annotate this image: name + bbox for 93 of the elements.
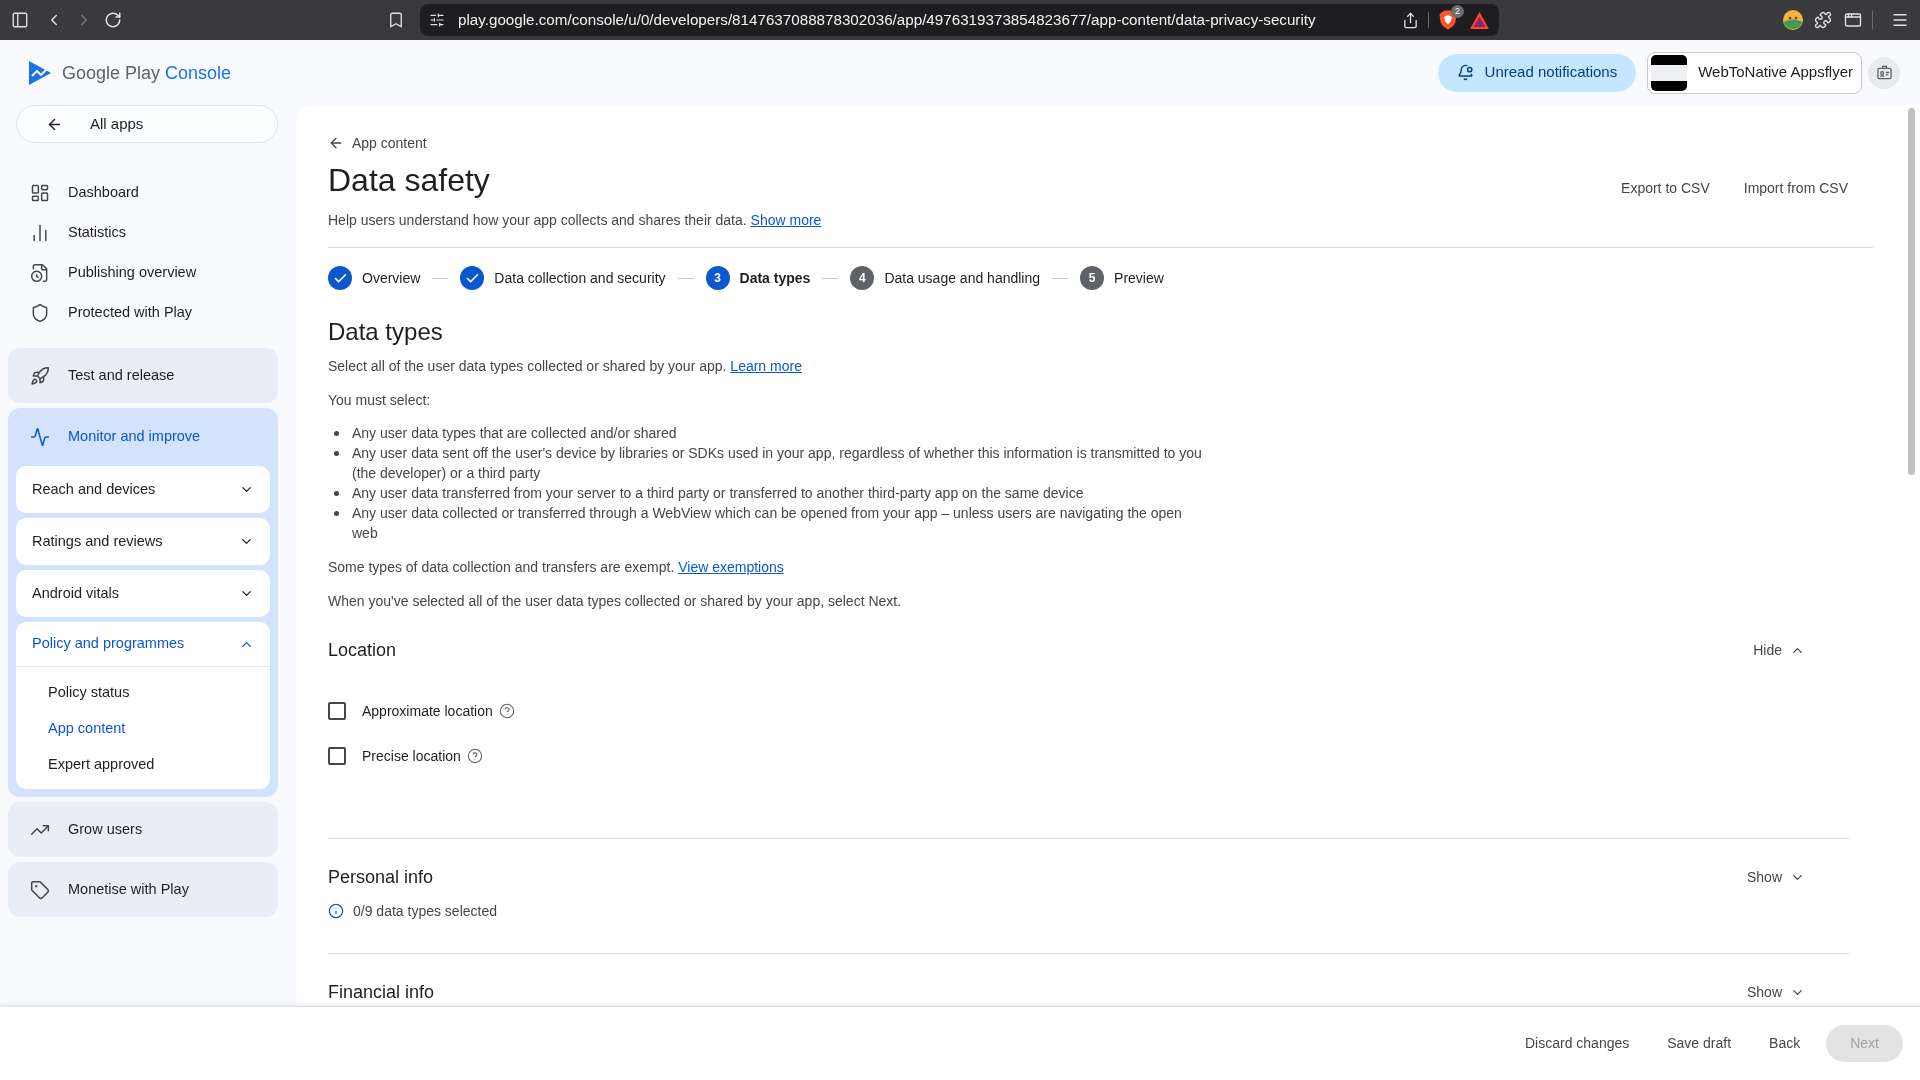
dashboard-icon (30, 183, 50, 203)
step-label: Data usage and handling (884, 268, 1041, 288)
step-number: 3 (705, 266, 730, 290)
action-button[interactable]: Export to CSV (1609, 170, 1722, 206)
count-badge: 2 (1451, 5, 1464, 18)
nav-link[interactable]: Policy status (48, 675, 130, 711)
step-label: Preview (1114, 268, 1164, 288)
show-more-link[interactable]: Show more (750, 212, 822, 228)
text-button[interactable]: Discard changes (1512, 1025, 1642, 1062)
checkbox[interactable] (328, 702, 346, 720)
text-button[interactable]: Back (1757, 1025, 1813, 1062)
checkbox-label: Approximate location (362, 701, 493, 721)
scrollbar-thumb[interactable] (1908, 108, 1915, 475)
page-description: Help users understand how your app collects and shares their data. Show more (328, 211, 823, 230)
nav-subsection-button[interactable]: Ratings and reviews (16, 518, 270, 565)
tag-icon (30, 879, 50, 900)
lion-shield-icon[interactable] (1439, 10, 1457, 30)
action-button[interactable]: Import from CSV (1731, 170, 1860, 206)
section-toggle-button[interactable]: Hide (1753, 639, 1805, 661)
info-icon (328, 903, 344, 919)
intro-text: Select all of the user data types collected or shared by your app. Learn more (328, 357, 803, 376)
nav-link[interactable]: App content (48, 711, 126, 747)
text-button[interactable]: Save draft (1655, 1025, 1744, 1062)
nav-item[interactable]: Publishing overview (30, 253, 197, 293)
nav-section-button[interactable]: Test and release (8, 348, 278, 403)
exemption-note: Some types of data collection and transfers are exempt. View exemptions (328, 558, 785, 577)
nav-item[interactable]: Dashboard (30, 173, 139, 213)
nav-item[interactable]: Statistics (30, 213, 126, 253)
site-settings-icon[interactable] (429, 12, 445, 28)
reload-icon[interactable] (104, 11, 122, 29)
bullet-icon (334, 491, 339, 496)
url-text: play.google.com/console/u/0/developers/8147637088878302036/app/4976319373854823677/app-content/data-privacy-security (458, 9, 1316, 30)
view-exemptions-link[interactable]: View exemptions (678, 559, 784, 575)
bullet-icon (334, 431, 339, 436)
instruction-text: You must select: (328, 391, 432, 410)
requirement-text: Any user data transferred from your server to a third party or transferred to another third-party app on the same device (352, 484, 1084, 503)
nav-section-button[interactable]: Grow users (8, 802, 278, 857)
rocket-icon (30, 365, 50, 386)
bullet-icon (334, 451, 339, 456)
checkbox-label: Precise location (362, 746, 461, 766)
nav-item[interactable]: Protected with Play (30, 293, 193, 333)
help-icon[interactable] (466, 748, 483, 764)
step-label: Overview (362, 268, 421, 288)
nav-section-button[interactable]: Monitor and improve (30, 426, 201, 448)
requirement-text: Any user data types that are collected and/or shared (352, 424, 677, 443)
nav-subsection-button[interactable]: Policy and programmes (16, 622, 270, 667)
nav-link[interactable]: Expert approved (48, 747, 155, 783)
shield-icon (30, 303, 50, 323)
sidebar-toggle-icon[interactable] (11, 11, 29, 29)
back-link[interactable]: App content (328, 133, 427, 153)
section-heading: Data types (328, 317, 444, 347)
id-card-icon (1876, 65, 1892, 80)
help-icon[interactable] (498, 703, 515, 719)
section-toggle-button[interactable]: Show (1746, 866, 1805, 888)
bookmark-icon[interactable] (387, 11, 405, 29)
bullet-icon (334, 511, 339, 516)
all-apps-button[interactable]: All apps (16, 105, 278, 143)
account-button[interactable]: WebToNative Appsflyer (1647, 51, 1862, 94)
play-logo-icon (28, 59, 52, 86)
document-clock-icon (30, 263, 50, 283)
next-instruction: When you've selected all of the user data types collected or shared by your app, select Next. (328, 592, 903, 611)
step-label: Data collection and security (494, 268, 666, 288)
menu-icon[interactable] (1891, 11, 1909, 29)
window-icon[interactable] (1844, 11, 1862, 29)
bar-chart-icon (30, 223, 50, 243)
profile-button[interactable] (1868, 56, 1900, 89)
back-arrow-icon (328, 135, 344, 151)
nav-subsection-button[interactable]: Reach and devices (16, 466, 270, 513)
address-bar[interactable]: play.google.com/console/u/0/developers/8147637088878302036/app/4976319373854823677/app-content/data-privacy-security 2 (420, 4, 1499, 36)
pulse-icon (30, 427, 50, 447)
app-thumbnail (1651, 54, 1688, 91)
requirement-text: Any user data sent off the user's device by libraries or SDKs used in your app, regardless of whether this information is transmitted to you (the developer) or a third party (352, 444, 1203, 483)
share-icon[interactable] (1402, 11, 1419, 29)
notifications-button[interactable]: Unread notifications (1437, 53, 1637, 92)
category-heading: Location (328, 639, 397, 661)
learn-more-link[interactable]: Learn more (730, 358, 802, 374)
requirement-text: Any user data collected or transferred through a WebView which can be opened from your app – unless users are navigating the open web (352, 504, 1183, 543)
category-heading: Financial info (328, 981, 435, 1003)
step-label: Data types (739, 268, 811, 288)
nav-section-button[interactable]: Monetise with Play (8, 862, 278, 917)
checkbox[interactable] (328, 747, 346, 765)
step-number: 4 (850, 266, 875, 290)
category-heading: Personal info (328, 866, 434, 888)
section-toggle-button[interactable]: Show (1746, 981, 1805, 1003)
nav-subsection-button[interactable]: Android vitals (16, 570, 270, 617)
triangle-icon[interactable] (1470, 11, 1489, 29)
page-title: Data safety (328, 161, 490, 200)
round-avatar-icon[interactable] (1783, 10, 1803, 30)
logo-wordmark: Google Play Console (62, 61, 232, 85)
step-number: 5 (1080, 266, 1105, 290)
selection-summary: 0/9 data types selected (353, 901, 497, 921)
bell-icon (1456, 64, 1474, 81)
puzzle-icon[interactable] (1814, 11, 1832, 29)
